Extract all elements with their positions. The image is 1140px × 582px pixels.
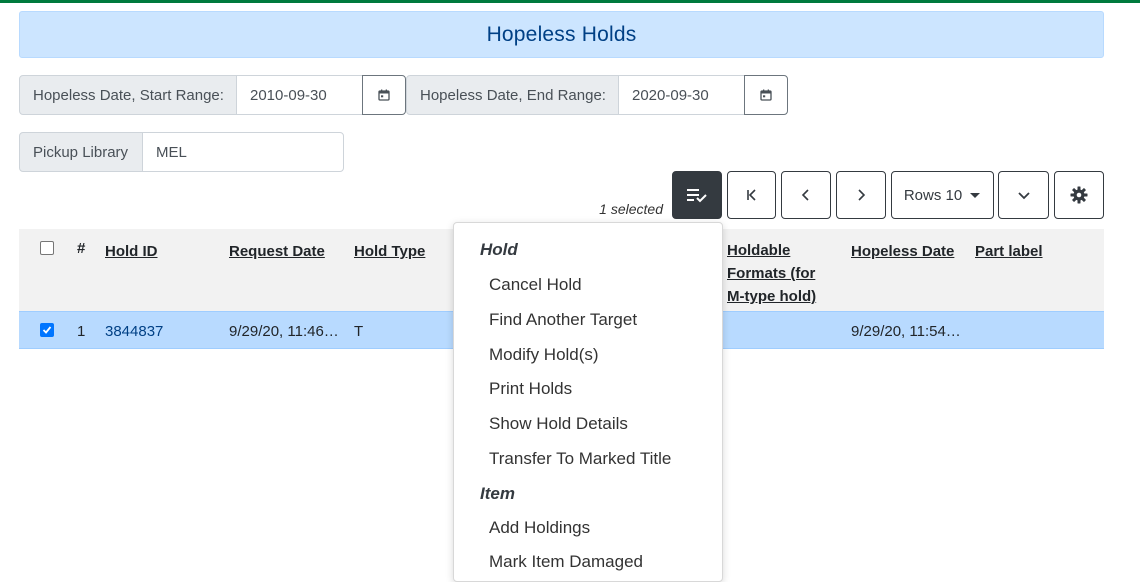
next-page-button[interactable]	[836, 171, 886, 219]
rows-per-page-label: Rows 10	[903, 186, 963, 204]
selected-count: 1 selected	[599, 201, 663, 217]
check-icon	[42, 326, 52, 334]
select-all-checkbox[interactable]	[40, 241, 54, 255]
column-header-holdable-formats[interactable]: Holdable Formats (for M-type hold)	[727, 239, 835, 308]
column-header-request-date[interactable]: Request Date	[229, 243, 325, 260]
column-header-hold-id[interactable]: Hold ID	[105, 243, 158, 260]
menu-item-cancel-hold[interactable]: Cancel Hold	[489, 275, 582, 295]
row-index: 1	[77, 323, 86, 340]
start-range-label: Hopeless Date, Start Range:	[19, 75, 237, 115]
first-page-icon	[746, 189, 756, 201]
menu-item-show-hold-details[interactable]: Show Hold Details	[489, 414, 628, 434]
calendar-icon	[378, 89, 390, 101]
grid-settings-button[interactable]	[1054, 171, 1104, 219]
previous-page-button[interactable]	[781, 171, 831, 219]
menu-item-mark-item-damaged[interactable]: Mark Item Damaged	[489, 552, 643, 572]
chevron-down-icon	[1017, 192, 1030, 200]
row-hold-id[interactable]: 3844837	[105, 323, 163, 340]
start-date-calendar-button[interactable]	[362, 75, 406, 115]
row-hopeless-date: 9/29/20, 11:54…	[851, 323, 961, 340]
menu-item-transfer-to-marked-title[interactable]: Transfer To Marked Title	[489, 449, 671, 469]
column-header-part-label[interactable]: Part label	[975, 243, 1043, 260]
pickup-library-input[interactable]: MEL	[142, 132, 344, 172]
chevron-left-icon	[801, 189, 809, 201]
expand-toggle-button[interactable]	[998, 171, 1049, 219]
actions-dropdown-menu: Hold Cancel Hold Find Another Target Mod…	[453, 222, 723, 582]
start-date-input[interactable]: 2010-09-30	[236, 75, 363, 115]
top-accent-bar	[0, 0, 1140, 3]
column-header-hold-type[interactable]: Hold Type	[354, 243, 425, 260]
row-hold-type: T	[354, 323, 364, 340]
menu-group-item: Item	[480, 484, 515, 503]
end-range-label: Hopeless Date, End Range:	[406, 75, 619, 115]
end-date-input[interactable]: 2020-09-30	[618, 75, 745, 115]
menu-group-hold: Hold	[480, 240, 518, 259]
menu-item-add-holdings[interactable]: Add Holdings	[489, 518, 590, 538]
pickup-library-label: Pickup Library	[19, 132, 143, 172]
actions-menu-button[interactable]	[672, 171, 722, 219]
calendar-icon	[760, 89, 772, 101]
first-page-button[interactable]	[727, 171, 776, 219]
end-date-calendar-button[interactable]	[744, 75, 788, 115]
caret-down-icon	[970, 193, 981, 198]
list-check-icon	[687, 189, 707, 203]
gear-icon	[1070, 186, 1088, 204]
menu-item-modify-holds[interactable]: Modify Hold(s)	[489, 345, 599, 365]
page-title: Hopeless Holds	[19, 11, 1104, 58]
rows-per-page-dropdown[interactable]: Rows 10	[891, 171, 994, 219]
row-request-date: 9/29/20, 11:46…	[229, 323, 339, 340]
column-header-index: #	[77, 240, 86, 257]
menu-item-find-another-target[interactable]: Find Another Target	[489, 310, 637, 330]
column-header-hopeless-date[interactable]: Hopeless Date	[851, 243, 954, 260]
menu-item-print-holds[interactable]: Print Holds	[489, 379, 572, 399]
row-checkbox[interactable]	[40, 323, 54, 337]
chevron-right-icon	[858, 189, 866, 201]
